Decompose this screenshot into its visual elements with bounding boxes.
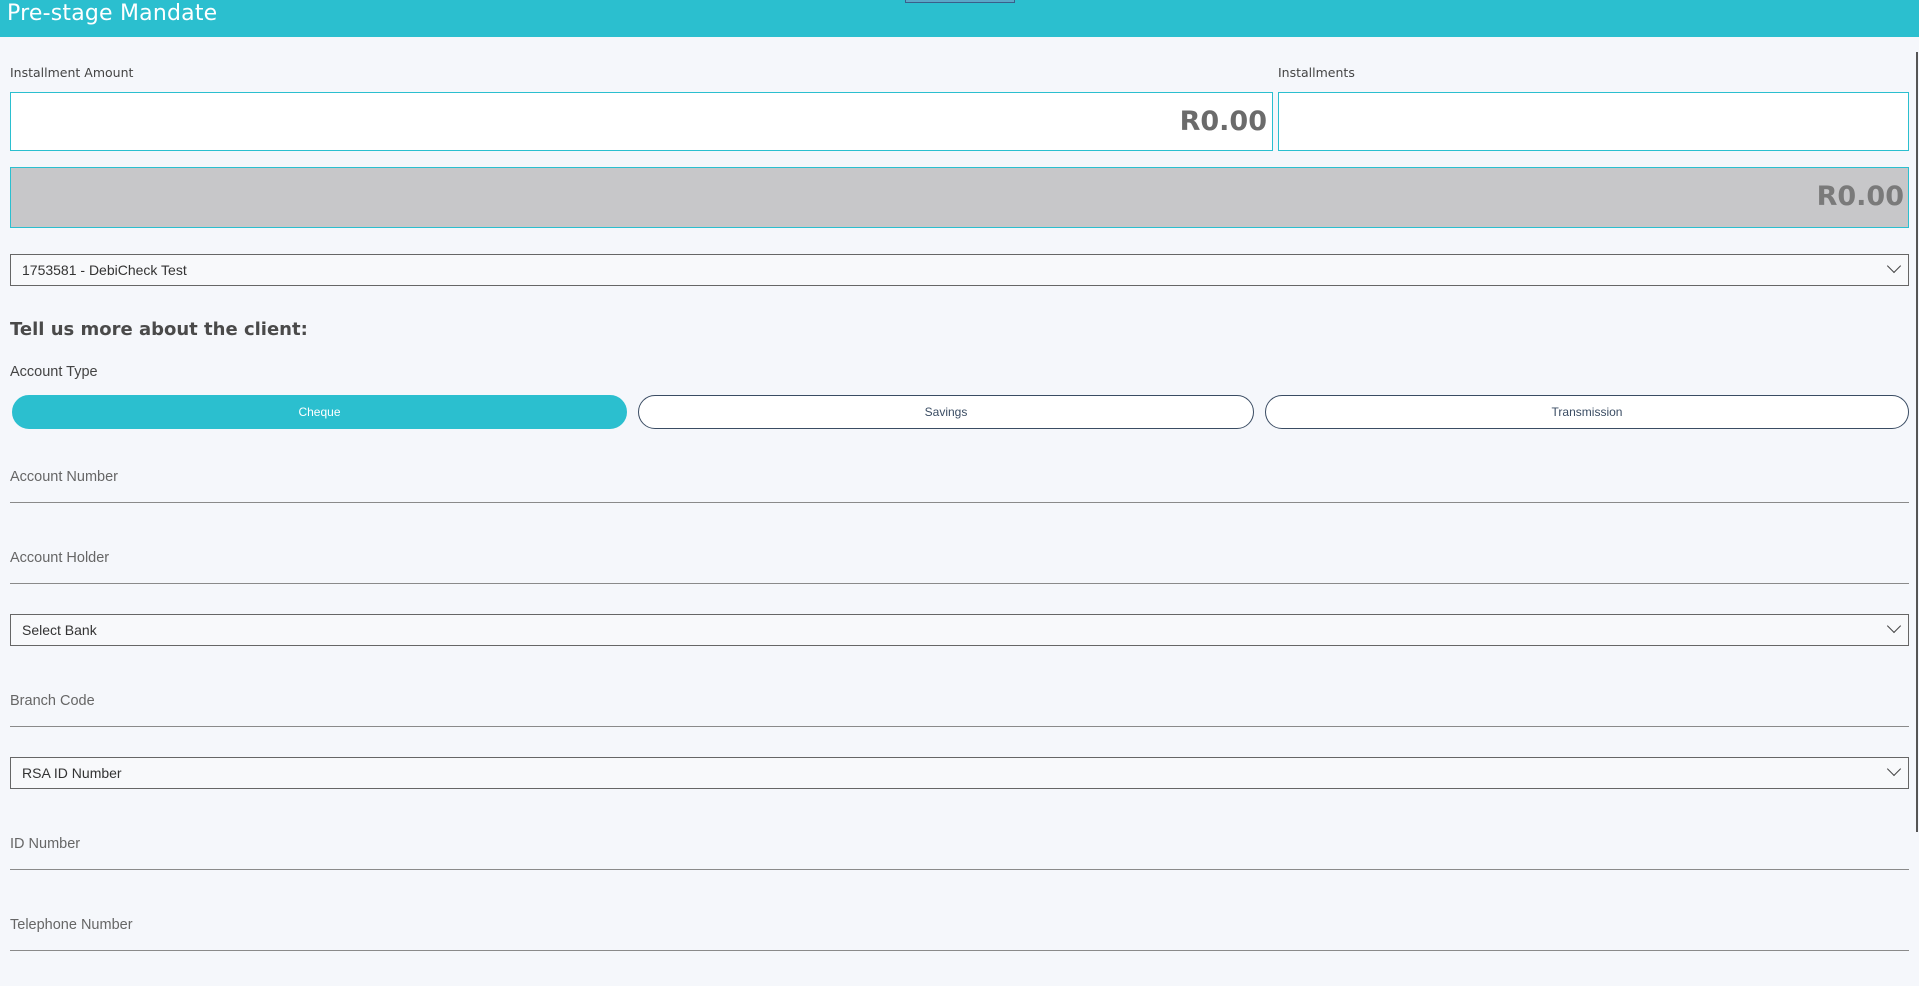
installment-amount-input[interactable]: R0.00 bbox=[10, 92, 1273, 151]
id-number-placeholder: ID Number bbox=[10, 836, 81, 852]
total-amount-value: R0.00 bbox=[1816, 181, 1904, 212]
total-amount-display: R0.00 bbox=[10, 167, 1909, 228]
debicheck-select[interactable]: 1753581 - DebiCheck Test bbox=[10, 254, 1909, 286]
installment-amount-label: Installment Amount bbox=[10, 65, 134, 80]
account-type-label: Account Type bbox=[10, 364, 98, 380]
chevron-down-icon bbox=[1886, 618, 1902, 634]
chevron-down-icon bbox=[1886, 761, 1902, 777]
account-type-cheque-button[interactable]: Cheque bbox=[12, 395, 627, 429]
page-title: Pre-stage Mandate bbox=[7, 1, 218, 26]
account-type-transmission-button[interactable]: Transmission bbox=[1265, 395, 1909, 429]
telephone-number-placeholder: Telephone Number bbox=[10, 917, 133, 933]
chevron-down-icon bbox=[1886, 258, 1902, 274]
title-bar: Pre-stage Mandate bbox=[0, 0, 1919, 37]
installments-input[interactable] bbox=[1278, 92, 1909, 151]
installment-amount-value: R0.00 bbox=[1179, 106, 1267, 137]
debicheck-selected-value: 1753581 - DebiCheck Test bbox=[22, 262, 187, 278]
branch-code-placeholder: Branch Code bbox=[10, 693, 95, 709]
installments-label: Installments bbox=[1278, 65, 1355, 80]
account-holder-field[interactable]: Account Holder bbox=[10, 544, 1909, 584]
account-number-field[interactable]: Account Number bbox=[10, 463, 1909, 503]
bank-select[interactable]: Select Bank bbox=[10, 614, 1909, 646]
top-tab-indicator[interactable] bbox=[905, 0, 1015, 3]
client-section-heading: Tell us more about the client: bbox=[10, 319, 308, 340]
id-type-selected-value: RSA ID Number bbox=[22, 765, 122, 781]
account-holder-placeholder: Account Holder bbox=[10, 550, 110, 566]
id-type-select[interactable]: RSA ID Number bbox=[10, 757, 1909, 789]
vertical-scrollbar[interactable] bbox=[1916, 52, 1918, 832]
account-number-placeholder: Account Number bbox=[10, 469, 118, 485]
bank-selected-value: Select Bank bbox=[22, 622, 97, 638]
branch-code-field[interactable]: Branch Code bbox=[10, 687, 1909, 727]
telephone-number-field[interactable]: Telephone Number bbox=[10, 911, 1909, 951]
id-number-field[interactable]: ID Number bbox=[10, 830, 1909, 870]
account-type-savings-button[interactable]: Savings bbox=[638, 395, 1254, 429]
